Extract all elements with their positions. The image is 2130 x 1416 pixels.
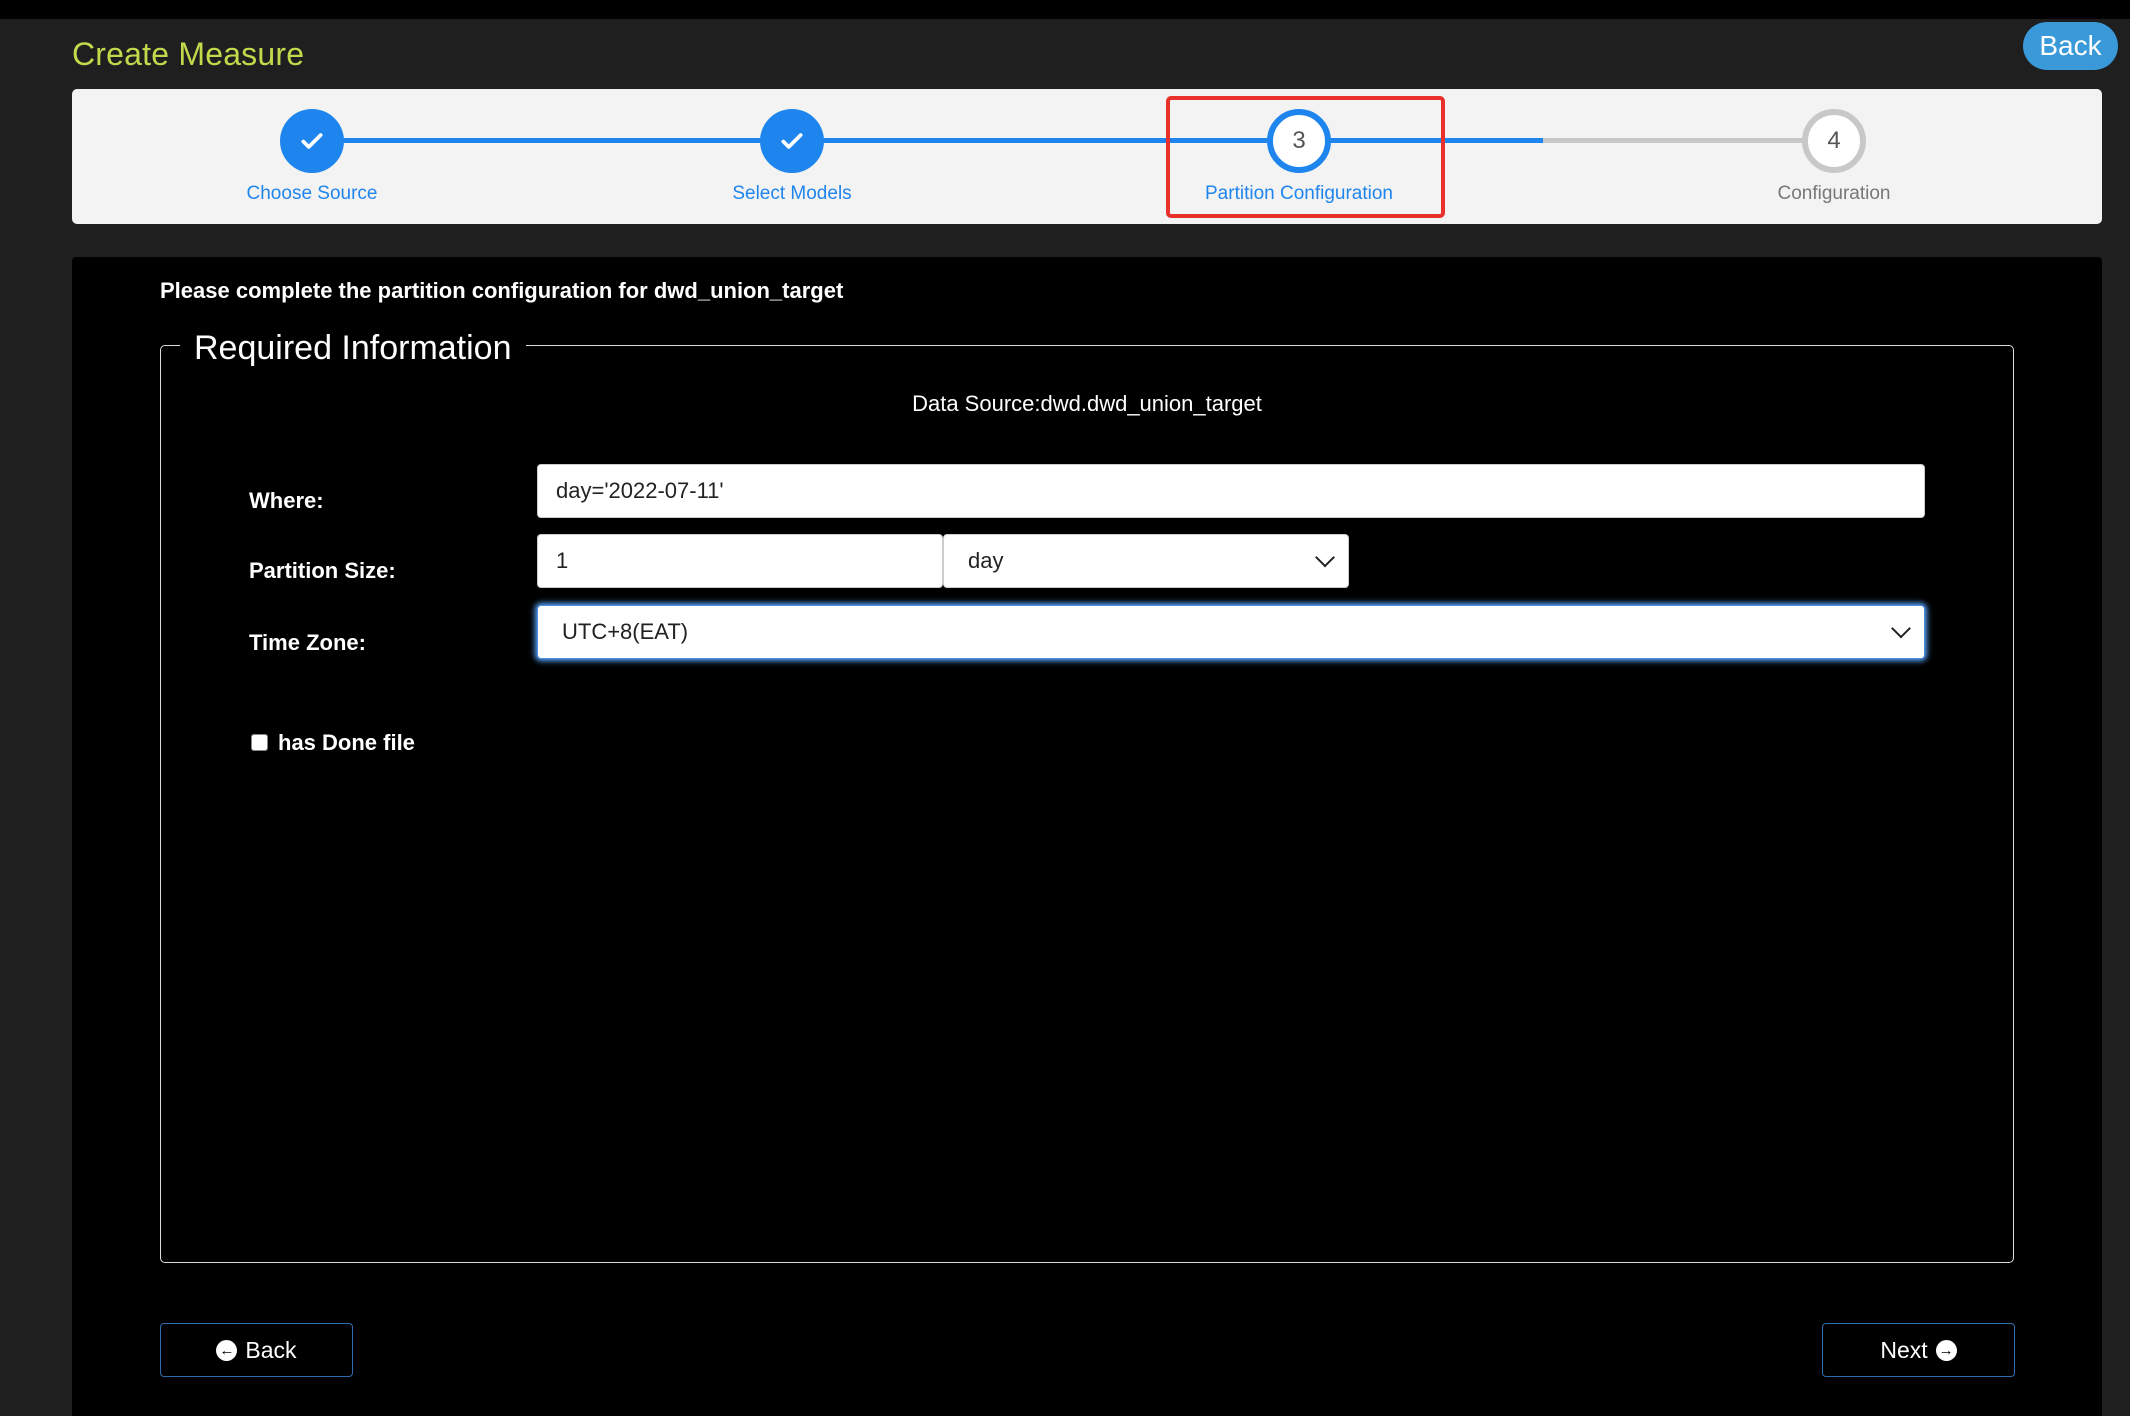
time-zone-value: UTC+8(EAT) — [562, 619, 689, 644]
header-back-button[interactable]: Back — [2023, 22, 2118, 70]
wizard-stepper: Choose Source Select Models 3 Partition … — [72, 89, 2102, 224]
main-panel: Please complete the partition configurat… — [72, 257, 2102, 1416]
back-button-label: Back — [245, 1336, 297, 1363]
page-title: Create Measure — [72, 36, 305, 72]
time-zone-select[interactable]: UTC+8(EAT) — [537, 605, 1925, 659]
step-4-circle[interactable]: 4 — [1802, 109, 1866, 173]
next-button-label: Next — [1880, 1336, 1928, 1363]
top-bar — [0, 0, 2130, 19]
has-done-file-label[interactable]: has Done file — [278, 730, 415, 756]
chevron-down-icon — [1891, 618, 1911, 639]
chevron-down-icon — [1315, 547, 1335, 568]
current-step-highlight — [1166, 96, 1445, 218]
partition-size-label: Partition Size: — [249, 558, 396, 583]
where-label: Where: — [249, 488, 324, 513]
required-information-fieldset: Required Information Data Source:dwd.dwd… — [160, 329, 2014, 1263]
partition-unit-value: day — [968, 548, 1004, 573]
fieldset-legend: Required Information — [180, 329, 526, 368]
time-zone-label: Time Zone: — [249, 630, 366, 655]
has-done-file-checkbox[interactable] — [251, 734, 268, 751]
instructions-text: Please complete the partition configurat… — [160, 278, 844, 303]
back-button[interactable]: ← Back — [160, 1323, 353, 1377]
data-source-text: Data Source:dwd.dwd_union_target — [912, 391, 1262, 416]
arrow-left-circle-icon: ← — [216, 1339, 238, 1361]
step-4-label[interactable]: Configuration — [1674, 183, 1994, 205]
step-1-check-icon[interactable] — [280, 109, 344, 173]
step-1-label[interactable]: Choose Source — [152, 183, 472, 205]
arrow-right-circle-icon: → — [1935, 1339, 1957, 1361]
step-2-label[interactable]: Select Models — [632, 183, 952, 205]
where-input[interactable]: day='2022-07-11' — [537, 464, 1925, 518]
step-2-check-icon[interactable] — [760, 109, 824, 173]
next-button[interactable]: Next → — [1822, 1323, 2015, 1377]
partition-unit-select[interactable]: day — [943, 534, 1349, 588]
step-connector-1-2 — [312, 138, 796, 143]
partition-size-input[interactable]: 1 — [537, 534, 943, 588]
